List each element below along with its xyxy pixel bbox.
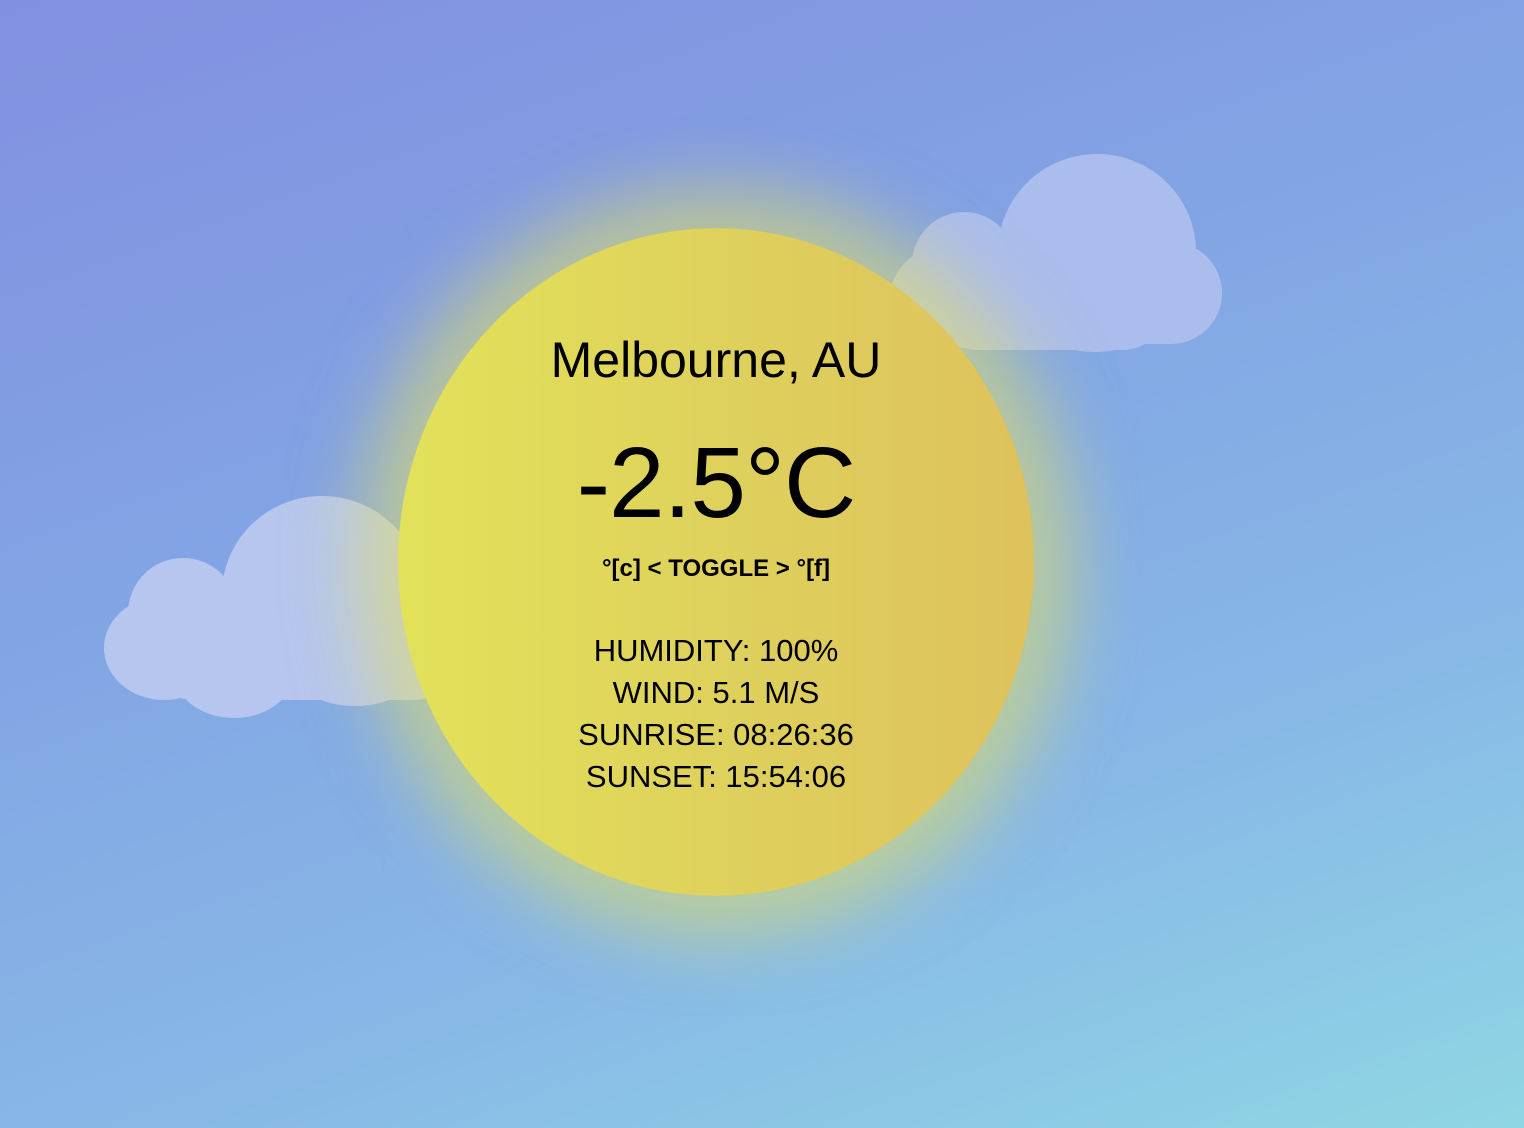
wind-text: WIND: 5.1 M/S [612, 675, 820, 710]
location-title: Melbourne, AU [550, 332, 882, 388]
sunrise-text: SUNRISE: 08:26:36 [578, 717, 854, 752]
sun-panel: Melbourne, AU -2.5°C °[c] < TOGGLE > °[f… [398, 228, 1034, 896]
temperature-value: -2.5°C [576, 427, 857, 539]
sunset-text: SUNSET: 15:54:06 [585, 759, 847, 794]
humidity-text: HUMIDITY: 100% [593, 633, 839, 668]
unit-toggle-button[interactable]: °[c] < TOGGLE > °[f] [398, 554, 1034, 584]
weather-details: HUMIDITY: 100% WIND: 5.1 M/S SUNRISE: 08… [398, 630, 1034, 798]
